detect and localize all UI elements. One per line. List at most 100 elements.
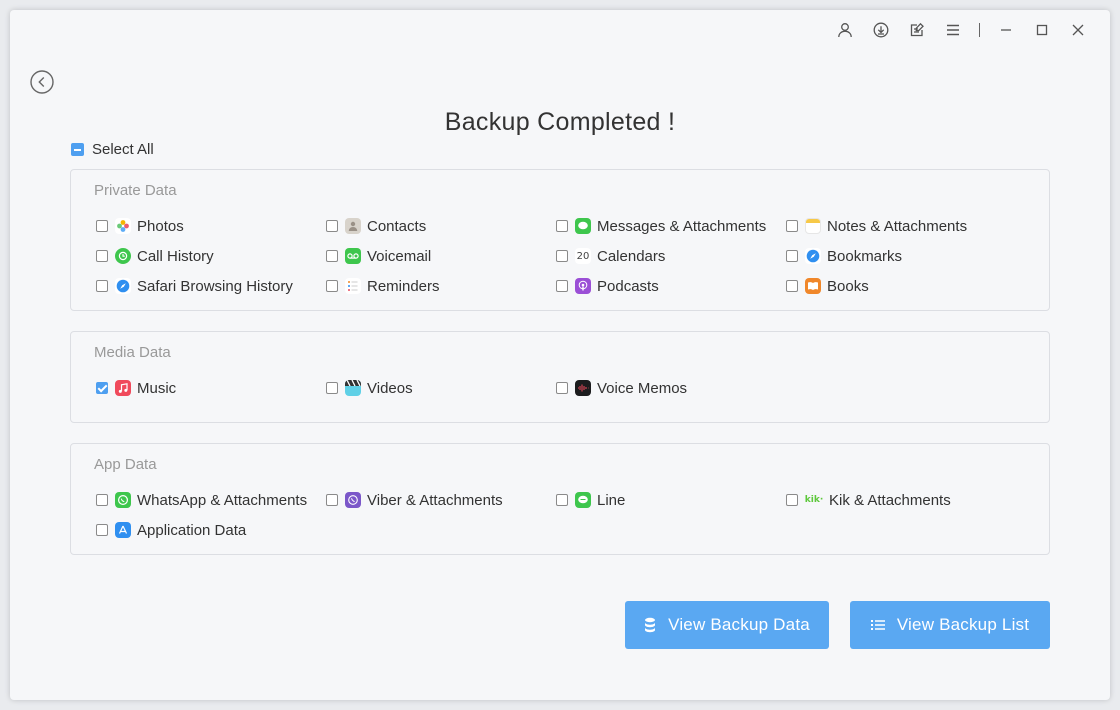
photos-icon: [115, 218, 131, 234]
podcasts-icon: [575, 278, 591, 294]
books-icon: [805, 278, 821, 294]
minimize-icon[interactable]: [988, 20, 1024, 40]
account-icon[interactable]: [827, 20, 863, 40]
close-icon[interactable]: [1060, 20, 1096, 40]
music-icon: [115, 380, 131, 396]
checkbox[interactable]: [96, 250, 108, 262]
item-messages[interactable]: Messages & Attachments: [556, 216, 766, 236]
item-label: Contacts: [367, 217, 427, 235]
voice-memos-icon: [575, 380, 591, 396]
item-music[interactable]: Music: [96, 378, 176, 398]
private-data-title: Private Data: [94, 182, 177, 199]
app-store-icon: [115, 522, 131, 538]
item-voicemail[interactable]: Voicemail: [326, 246, 431, 266]
whatsapp-icon: [115, 492, 131, 508]
checkbox[interactable]: [96, 280, 108, 292]
checkbox[interactable]: [786, 494, 798, 506]
item-label: WhatsApp & Attachments: [137, 491, 308, 509]
database-icon: [645, 617, 656, 633]
item-viber[interactable]: Viber & Attachments: [326, 490, 503, 510]
checkbox[interactable]: [556, 250, 568, 262]
select-all-label: Select All: [92, 141, 154, 158]
checkbox[interactable]: [326, 280, 338, 292]
checkbox[interactable]: [556, 494, 568, 506]
page-title: Backup Completed !: [444, 108, 676, 136]
item-application-data[interactable]: Application Data: [96, 520, 246, 540]
media-data-title: Media Data: [94, 344, 171, 361]
checkbox[interactable]: [786, 220, 798, 232]
item-safari-history[interactable]: Safari Browsing History: [96, 276, 293, 296]
select-all-checkbox[interactable]: Select All: [71, 141, 154, 158]
checkbox[interactable]: [96, 494, 108, 506]
contacts-icon: [345, 218, 361, 234]
notes-icon: [805, 218, 821, 234]
item-label: Notes & Attachments: [827, 217, 968, 235]
calendars-icon: 20: [575, 248, 591, 264]
back-button[interactable]: [30, 70, 54, 94]
view-backup-list-label: View Backup List: [896, 615, 1030, 634]
item-label: Viber & Attachments: [367, 491, 503, 509]
list-icon: [870, 620, 885, 630]
item-call-history[interactable]: Call History: [96, 246, 214, 266]
item-kik[interactable]: kik· Kik & Attachments: [786, 490, 951, 510]
checkbox[interactable]: [326, 220, 338, 232]
item-label: Reminders: [367, 277, 440, 295]
item-bookmarks[interactable]: Bookmarks: [786, 246, 902, 266]
item-label: Music: [137, 379, 177, 397]
item-podcasts[interactable]: Podcasts: [556, 276, 659, 296]
menu-icon[interactable]: [935, 20, 971, 40]
download-icon[interactable]: [863, 20, 899, 40]
feedback-icon[interactable]: [899, 20, 935, 40]
item-label: Books: [827, 277, 869, 295]
app-data-title: App Data: [94, 456, 157, 473]
safari-icon: [115, 278, 131, 294]
call-history-icon: [115, 248, 131, 264]
view-backup-list-button[interactable]: View Backup List: [850, 601, 1050, 649]
item-notes[interactable]: Notes & Attachments: [786, 216, 967, 236]
item-calendars[interactable]: 20 Calendars: [556, 246, 665, 266]
app-window: Backup Completed ! Select All Private Da…: [10, 10, 1110, 700]
viber-icon: [345, 492, 361, 508]
back-arrow-icon: [30, 70, 54, 94]
item-label: Podcasts: [597, 277, 659, 295]
item-photos[interactable]: Photos: [96, 216, 184, 236]
item-videos[interactable]: Videos: [326, 378, 413, 398]
maximize-icon[interactable]: [1024, 20, 1060, 40]
item-label: Voice Memos: [597, 379, 688, 397]
item-label: Messages & Attachments: [597, 217, 767, 235]
voicemail-icon: [345, 248, 361, 264]
item-label: Call History: [137, 247, 214, 265]
app-data-panel: App Data WhatsApp & Attachments Viber & …: [70, 443, 1050, 555]
checkbox-checked[interactable]: [96, 382, 108, 394]
checkbox[interactable]: [326, 494, 338, 506]
item-line[interactable]: Line: [556, 490, 625, 510]
checkbox[interactable]: [786, 250, 798, 262]
view-backup-data-button[interactable]: View Backup Data: [625, 601, 829, 649]
checkbox[interactable]: [786, 280, 798, 292]
select-all-partial-checkbox[interactable]: [71, 143, 84, 156]
reminders-icon: [345, 278, 361, 294]
item-label: Calendars: [597, 247, 666, 265]
bookmarks-icon: [805, 248, 821, 264]
checkbox[interactable]: [556, 220, 568, 232]
line-icon: [575, 492, 591, 508]
item-books[interactable]: Books: [786, 276, 869, 296]
checkbox[interactable]: [326, 382, 338, 394]
item-reminders[interactable]: Reminders: [326, 276, 440, 296]
titlebar-controls: [827, 20, 1096, 40]
item-label: Videos: [367, 379, 413, 397]
videos-icon: [345, 380, 361, 396]
media-data-panel: Media Data Music Videos Voice Memos: [70, 331, 1050, 423]
item-label: Photos: [137, 217, 184, 235]
item-voice-memos[interactable]: Voice Memos: [556, 378, 687, 398]
checkbox[interactable]: [326, 250, 338, 262]
checkbox[interactable]: [96, 220, 108, 232]
checkbox[interactable]: [96, 524, 108, 536]
messages-icon: [575, 218, 591, 234]
checkbox[interactable]: [556, 382, 568, 394]
item-whatsapp[interactable]: WhatsApp & Attachments: [96, 490, 307, 510]
item-label: Safari Browsing History: [137, 277, 293, 295]
checkbox[interactable]: [556, 280, 568, 292]
item-contacts[interactable]: Contacts: [326, 216, 426, 236]
item-label: Voicemail: [367, 247, 432, 265]
